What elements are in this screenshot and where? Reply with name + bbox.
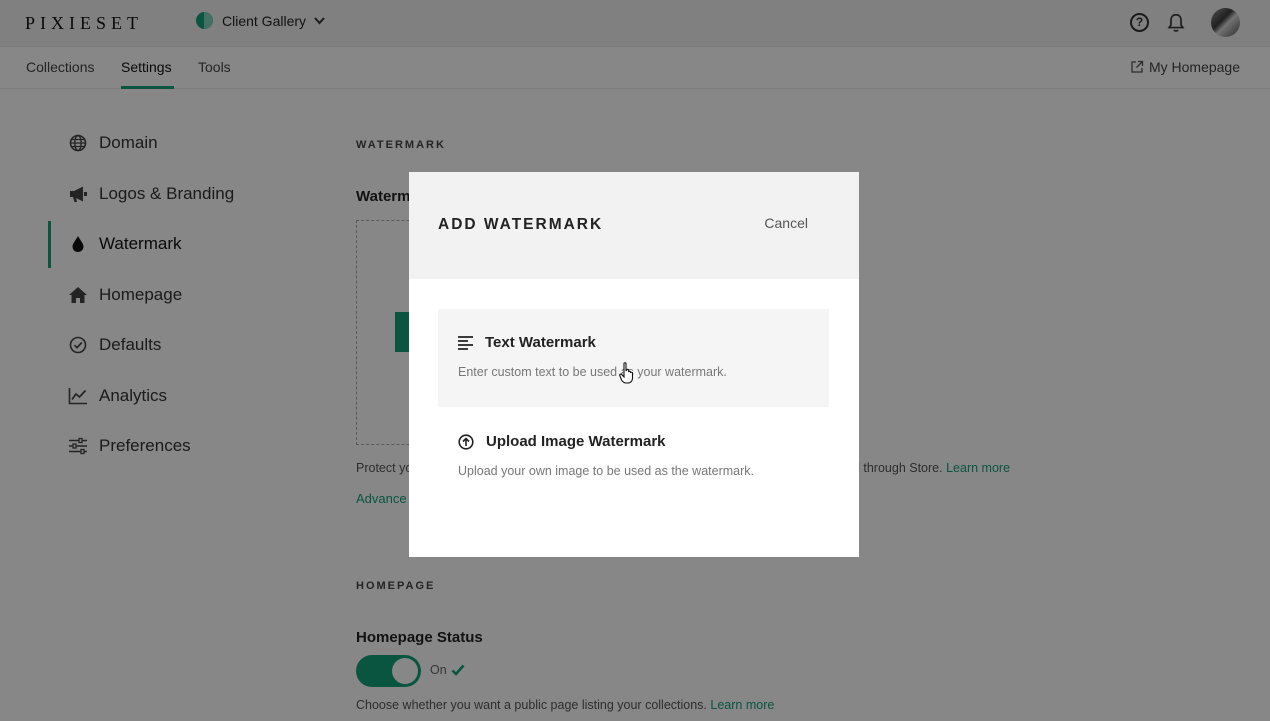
- text-align-left-icon: [458, 335, 473, 350]
- hand-pointer-icon: [619, 362, 634, 384]
- modal-header: ADD WATERMARK Cancel: [409, 172, 859, 279]
- cancel-button[interactable]: Cancel: [764, 215, 808, 231]
- option-title: Text Watermark: [485, 334, 596, 351]
- text-watermark-option[interactable]: Text Watermark Enter custom text to be u…: [438, 309, 829, 407]
- upload-image-watermark-option[interactable]: Upload Image Watermark Upload your own i…: [438, 408, 829, 506]
- option-header: Upload Image Watermark: [458, 433, 666, 450]
- option-description: Upload your own image to be used as the …: [458, 464, 754, 478]
- upload-circle-icon: [458, 433, 474, 450]
- modal-title: ADD WATERMARK: [438, 216, 604, 233]
- option-description: Enter custom text to be used as your wat…: [458, 365, 727, 379]
- option-title: Upload Image Watermark: [486, 433, 666, 450]
- option-header: Text Watermark: [458, 334, 596, 351]
